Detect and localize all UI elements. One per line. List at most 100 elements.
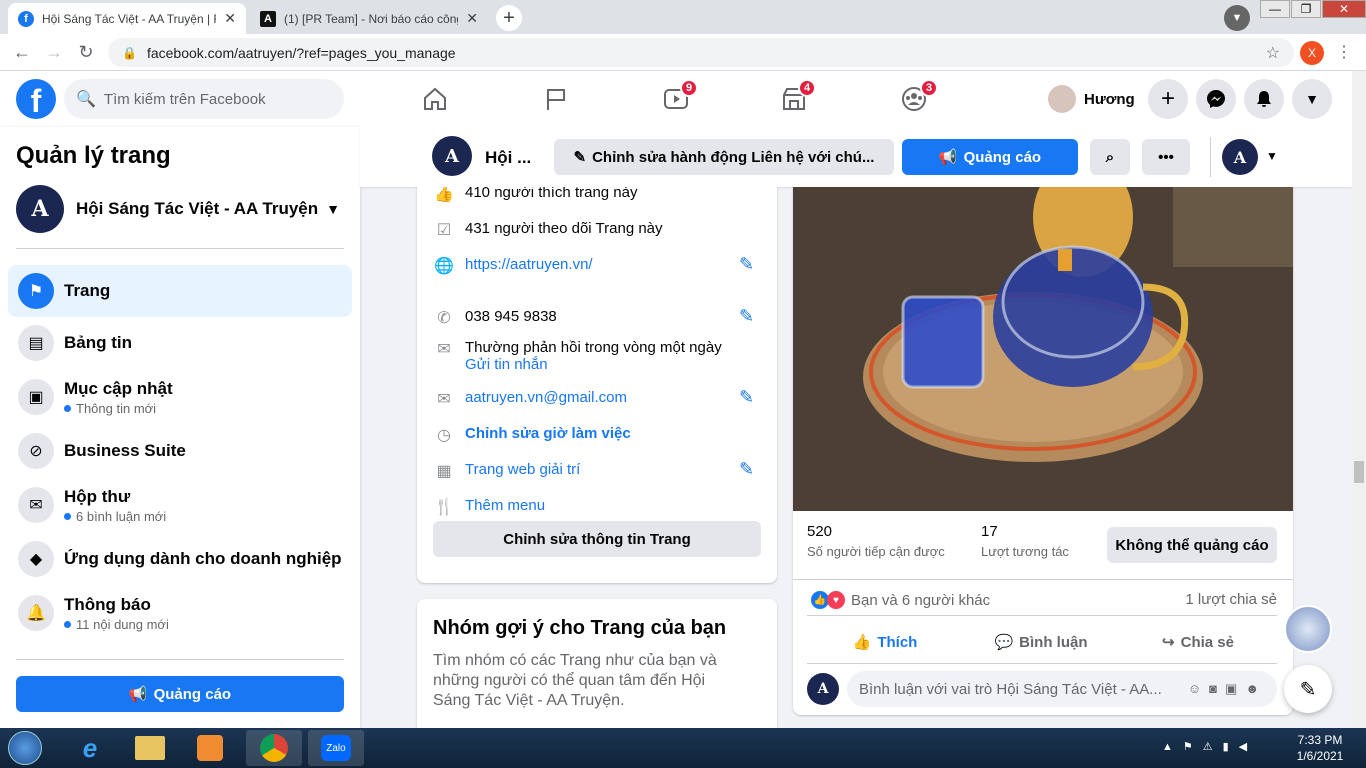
page-selector[interactable]: A Hội Sáng Tác Việt - AA Truyện ▼ — [16, 185, 344, 233]
caret-down-icon[interactable]: ▼ — [1266, 149, 1278, 163]
comment-icon: 💬 — [994, 634, 1014, 651]
website-link[interactable]: https://aatruyen.vn/ — [465, 256, 593, 273]
chrome-menu-icon[interactable]: ⋮ — [1336, 42, 1352, 62]
add-menu-link[interactable]: Thêm menu — [465, 497, 545, 514]
acting-as-avatar[interactable]: A — [1222, 139, 1258, 175]
reactions-summary[interactable]: 👍 ♥ Bạn và 6 người khác — [811, 591, 990, 609]
minimize-button[interactable]: — — [1260, 0, 1290, 18]
engagement-stat: 17 Lượt tương tác — [981, 523, 1069, 559]
chat-head-avatar[interactable] — [1284, 605, 1332, 653]
news-feed-icon: ▤ — [18, 325, 54, 361]
page-content: 👍 410 người thích trang này ☑ 431 người … — [360, 187, 1352, 728]
back-icon[interactable]: ← — [10, 40, 34, 64]
taskbar-zalo[interactable]: Zalo — [308, 730, 364, 766]
taskbar-media[interactable] — [182, 730, 238, 766]
account-menu-button[interactable]: ▼ — [1292, 79, 1332, 119]
sidebar-item-hop-thu[interactable]: ✉ Hộp thư 6 bình luận mới — [8, 477, 352, 533]
tab-search-icon[interactable]: ▼ — [1224, 5, 1250, 31]
edit-phone-pencil-icon[interactable]: ✎ — [739, 306, 754, 327]
watch-nav-button[interactable]: 9 — [620, 71, 732, 127]
globe-icon: 🌐 — [434, 258, 454, 275]
taskbar-clock[interactable]: 7:33 PM 1/6/2021 — [1284, 732, 1356, 764]
response-text: Thường phản hồi trong vòng một ngày — [465, 339, 722, 356]
marketplace-nav-button[interactable]: 4 — [738, 71, 850, 127]
megaphone-icon: 📢 — [938, 149, 958, 166]
notifications-button[interactable] — [1244, 79, 1284, 119]
likes-text: 410 người thích trang này — [465, 187, 638, 201]
send-message-link[interactable]: Gửi tin nhắn — [465, 356, 722, 373]
scrollbar-thumb[interactable] — [1354, 461, 1364, 483]
sidebar-item-trang[interactable]: ⚑ Trang — [8, 265, 352, 317]
sidebar-title: Quản lý trang — [16, 142, 171, 169]
bell-icon — [1257, 91, 1271, 107]
home-nav-button[interactable] — [379, 71, 491, 127]
close-tab-icon[interactable]: ✕ — [224, 10, 236, 27]
close-window-button[interactable]: ✕ — [1322, 0, 1366, 18]
email-link[interactable]: aatruyen.vn@gmail.com — [465, 389, 627, 406]
edit-email-pencil-icon[interactable]: ✎ — [739, 387, 754, 408]
pages-nav-button[interactable] — [500, 71, 612, 127]
share-button[interactable]: ↪ Chia sẻ — [1119, 625, 1277, 659]
bookmark-star-icon[interactable]: ☆ — [1266, 43, 1280, 63]
tab-facebook[interactable]: f Hội Sáng Tác Việt - AA Truyện | F ✕ — [8, 3, 246, 34]
reach-stat: 520 Số người tiếp cận được — [807, 523, 945, 559]
taskbar-ie[interactable]: e — [62, 730, 118, 766]
address-bar[interactable]: 🔒 facebook.com/aatruyen/?ref=pages_you_m… — [108, 38, 1294, 67]
cannot-boost-button[interactable]: Không thể quảng cáo — [1107, 527, 1277, 563]
sidebar-item-label: Hộp thư — [64, 486, 131, 506]
page-search-button[interactable]: ⌕ — [1090, 139, 1130, 175]
more-options-button[interactable]: ••• — [1142, 139, 1190, 175]
new-tab-button[interactable]: + — [496, 5, 522, 31]
page-short-name[interactable]: Hội ... — [485, 148, 531, 168]
groups-nav-button[interactable]: 3 — [858, 71, 970, 127]
sidebar-item-business-suite[interactable]: ⊘ Business Suite — [8, 425, 352, 477]
thumbs-up-icon: 👍 — [434, 187, 454, 203]
taskbar-chrome[interactable] — [246, 730, 302, 766]
envelope-icon: ✉ — [437, 391, 451, 408]
create-button[interactable]: + — [1148, 79, 1188, 119]
shares-count[interactable]: 1 lượt chia sẻ — [1185, 591, 1277, 608]
profile-avatar[interactable]: X — [1300, 41, 1324, 65]
new-message-button[interactable]: ✎ — [1284, 665, 1332, 713]
bell-icon: 🔔 — [18, 595, 54, 631]
like-button[interactable]: 👍 Thích — [807, 625, 963, 659]
sidebar-item-label: Bảng tin — [64, 333, 132, 352]
reload-icon[interactable]: ↻ — [74, 40, 98, 64]
taskbar-explorer[interactable] — [122, 730, 178, 766]
edit-page-info-button[interactable]: Chỉnh sửa thông tin Trang — [433, 521, 761, 557]
close-tab-icon[interactable]: ✕ — [466, 10, 478, 27]
edit-action-button[interactable]: ✎ Chỉnh sửa hành động Liên hệ với chú... — [554, 139, 894, 175]
page-avatar[interactable]: A — [432, 136, 472, 176]
edit-website-pencil-icon[interactable]: ✎ — [739, 254, 754, 275]
messenger-button[interactable] — [1196, 79, 1236, 119]
start-button[interactable] — [0, 730, 50, 766]
comment-input[interactable]: Bình luận với vai trò Hội Sáng Tác Việt … — [847, 671, 1277, 707]
post-photo[interactable] — [793, 187, 1293, 511]
hours-row: ◷ Chỉnh sửa giờ làm việc — [433, 425, 631, 445]
caret-down-icon: ▼ — [1305, 91, 1319, 107]
tab-pr-team[interactable]: A (1) [PR Team] - Nơi báo cáo công ✕ — [250, 3, 488, 34]
edit-hours-link[interactable]: Chỉnh sửa giờ làm việc — [465, 425, 631, 442]
edit-category-pencil-icon[interactable]: ✎ — [739, 459, 754, 480]
divider — [1210, 137, 1211, 177]
forward-icon[interactable]: → — [42, 40, 66, 64]
message-icon: ✉ — [437, 341, 451, 358]
comment-tools-icons[interactable]: ☺◙▣☻ — [1188, 681, 1267, 697]
sidebar-item-ung-dung[interactable]: ◆ Ứng dụng dành cho doanh nghiệp — [8, 533, 352, 585]
search-input[interactable]: 🔍 Tìm kiếm trên Facebook — [64, 79, 344, 119]
facebook-logo-icon[interactable]: f — [16, 79, 56, 119]
commenter-avatar[interactable]: A — [807, 673, 839, 705]
header-ads-button[interactable]: 📢 Quảng cáo — [902, 139, 1078, 175]
category-link[interactable]: Trang web giải trí — [465, 461, 580, 478]
system-tray-icons[interactable]: ▲⚑⚠▮◀ — [1162, 740, 1257, 753]
sidebar-item-thong-bao[interactable]: 🔔 Thông báo 11 nội dung mới — [8, 585, 352, 641]
comment-button[interactable]: 💬 Bình luận — [963, 625, 1119, 659]
sidebar-item-muc-cap-nhat[interactable]: ▣ Mục cập nhật Thông tin mới — [8, 369, 352, 425]
pencil-icon: ✎ — [573, 149, 587, 166]
page-scrollbar[interactable] — [1352, 71, 1366, 728]
media-player-icon — [197, 735, 223, 761]
profile-shortcut[interactable]: Hương — [1044, 83, 1143, 115]
maximize-button[interactable]: ❐ — [1291, 0, 1321, 18]
sidebar-ads-button[interactable]: 📢 Quảng cáo — [16, 676, 344, 712]
sidebar-item-bang-tin[interactable]: ▤ Bảng tin — [8, 317, 352, 369]
